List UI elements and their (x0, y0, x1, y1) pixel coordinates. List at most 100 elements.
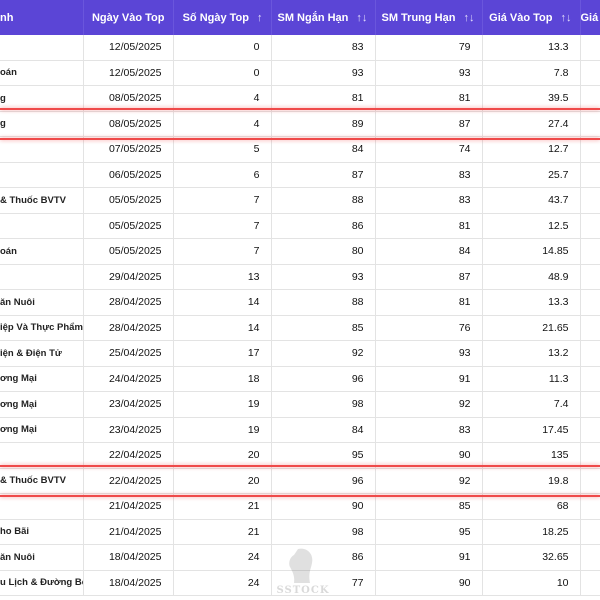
short-term-cell: 93 (271, 264, 376, 290)
industry-cell: ơng Mại (0, 391, 84, 418)
extra-cell (580, 417, 600, 443)
mid-term-cell: 95 (375, 519, 483, 545)
short-term-cell: 86 (271, 213, 376, 239)
price-cell: 32.65 (482, 544, 581, 571)
column-header-label: SM Ngắn Hạn (277, 11, 349, 24)
table-row[interactable]: iện & Điện Tử 25/04/2025 17 92 93 13.2 (0, 340, 600, 367)
date-cell: 25/04/2025 (83, 340, 174, 367)
mid-term-cell: 76 (375, 315, 483, 341)
column-header-price[interactable]: Giá (580, 0, 600, 35)
highlight-line (0, 108, 600, 110)
industry-cell: oán (0, 238, 84, 265)
sort-toggle-icon[interactable]: ↑↓ (463, 12, 474, 24)
mid-term-cell: 87 (375, 111, 483, 137)
table-row[interactable]: oán 05/05/2025 7 80 84 14.85 (0, 238, 600, 265)
highlight-line (0, 465, 600, 467)
short-term-cell: 80 (271, 238, 376, 265)
table-row[interactable]: ho Bãi 21/04/2025 21 98 95 18.25 (0, 519, 600, 545)
price-cell: 7.4 (482, 391, 581, 418)
industry-cell: ơng Mại (0, 366, 84, 392)
sort-toggle-icon[interactable]: ↑↓ (561, 12, 572, 24)
column-header-mid-term-strength[interactable]: SM Trung Hạn ↑↓ (375, 0, 483, 35)
column-header-short-term-strength[interactable]: SM Ngắn Hạn ↑↓ (271, 0, 376, 35)
table-row[interactable]: g 08/05/2025 4 89 87 27.4 (0, 111, 600, 137)
table-row[interactable]: iệp Và Thực Phẩm 28/04/2025 14 85 76 21.65 (0, 315, 600, 341)
industry-cell: iện & Điện Tử (0, 340, 84, 367)
industry-cell: & Thuốc BVTV (0, 187, 84, 214)
table-row[interactable]: 05/05/2025 7 86 81 12.5 (0, 213, 600, 239)
industry-cell: ho Bãi (0, 519, 84, 545)
stock-table-container: nh Ngày Vào Top Số Ngày Top ↑ SM Ngắn Hạn… (0, 0, 600, 600)
column-header-entry-price[interactable]: Giá Vào Top ↑↓ (482, 0, 581, 35)
price-cell: 13.3 (482, 289, 581, 316)
mid-term-cell: 74 (375, 136, 483, 163)
column-header-label: nh (0, 11, 14, 24)
table-row[interactable]: oán 12/05/2025 0 93 93 7.8 (0, 60, 600, 86)
extra-cell (580, 238, 600, 265)
price-cell: 18.25 (482, 519, 581, 545)
table-row[interactable]: ăn Nuôi 18/04/2025 24 86 91 32.65 (0, 544, 600, 571)
short-term-cell: 98 (271, 391, 376, 418)
date-cell: 28/04/2025 (83, 315, 174, 341)
table-row[interactable]: ăn Nuôi 28/04/2025 14 88 81 13.3 (0, 289, 600, 316)
sort-ascending-icon[interactable]: ↑ (257, 12, 263, 24)
extra-cell (580, 111, 600, 137)
price-cell: 68 (482, 493, 581, 520)
extra-cell (580, 162, 600, 188)
short-term-cell: 87 (271, 162, 376, 188)
short-term-cell: 85 (271, 315, 376, 341)
table-row[interactable]: u Lịch & Đường Bộ 18/04/2025 24 77 90 10 (0, 570, 600, 596)
date-cell: 23/04/2025 (83, 391, 174, 418)
days-cell: 4 (173, 111, 272, 137)
table-row[interactable]: ơng Mại 23/04/2025 19 84 83 17.45 (0, 417, 600, 443)
days-cell: 13 (173, 264, 272, 290)
industry-cell: u Lịch & Đường Bộ (0, 570, 84, 596)
days-cell: 24 (173, 570, 272, 596)
price-cell: 19.8 (482, 468, 581, 494)
days-cell: 19 (173, 391, 272, 418)
days-cell: 7 (173, 187, 272, 214)
date-cell: 05/05/2025 (83, 238, 174, 265)
days-cell: 14 (173, 315, 272, 341)
table-row[interactable]: 12/05/2025 0 83 79 13.3 (0, 35, 600, 61)
column-header-label: Giá (580, 11, 599, 24)
table-row[interactable]: 06/05/2025 6 87 83 25.7 (0, 162, 600, 188)
stock-table: nh Ngày Vào Top Số Ngày Top ↑ SM Ngắn Hạn… (0, 0, 600, 596)
column-header-label: Số Ngày Top (182, 11, 249, 24)
price-cell: 27.4 (482, 111, 581, 137)
short-term-cell: 96 (271, 366, 376, 392)
price-cell: 25.7 (482, 162, 581, 188)
table-row[interactable]: & Thuốc BVTV 05/05/2025 7 88 83 43.7 (0, 187, 600, 214)
table-row[interactable]: ơng Mại 23/04/2025 19 98 92 7.4 (0, 391, 600, 418)
mid-term-cell: 92 (375, 391, 483, 418)
extra-cell (580, 544, 600, 571)
table-row[interactable]: 21/04/2025 21 90 85 68 (0, 493, 600, 520)
short-term-cell: 77 (271, 570, 376, 596)
extra-cell (580, 187, 600, 214)
date-cell: 08/05/2025 (83, 111, 174, 137)
date-cell: 23/04/2025 (83, 417, 174, 443)
table-row[interactable]: 07/05/2025 5 84 74 12.7 (0, 136, 600, 163)
days-cell: 20 (173, 468, 272, 494)
price-cell: 11.3 (482, 366, 581, 392)
column-header-entry-date[interactable]: Ngày Vào Top (83, 0, 174, 35)
industry-cell (0, 213, 84, 239)
mid-term-cell: 83 (375, 187, 483, 214)
table-row[interactable]: ơng Mại 24/04/2025 18 96 91 11.3 (0, 366, 600, 392)
date-cell: 18/04/2025 (83, 570, 174, 596)
short-term-cell: 93 (271, 60, 376, 86)
column-header-days-in-top[interactable]: Số Ngày Top ↑ (173, 0, 272, 35)
price-cell: 12.5 (482, 213, 581, 239)
days-cell: 7 (173, 213, 272, 239)
column-header-industry[interactable]: nh (0, 0, 84, 35)
days-cell: 6 (173, 162, 272, 188)
sort-toggle-icon[interactable]: ↑↓ (356, 12, 367, 24)
days-cell: 19 (173, 417, 272, 443)
table-row[interactable]: 29/04/2025 13 93 87 48.9 (0, 264, 600, 290)
industry-cell (0, 493, 84, 520)
date-cell: 07/05/2025 (83, 136, 174, 163)
extra-cell (580, 315, 600, 341)
table-row[interactable]: & Thuốc BVTV 22/04/2025 20 96 92 19.8 (0, 468, 600, 494)
industry-cell: & Thuốc BVTV (0, 468, 84, 494)
column-header-label: Giá Vào Top (489, 11, 553, 24)
